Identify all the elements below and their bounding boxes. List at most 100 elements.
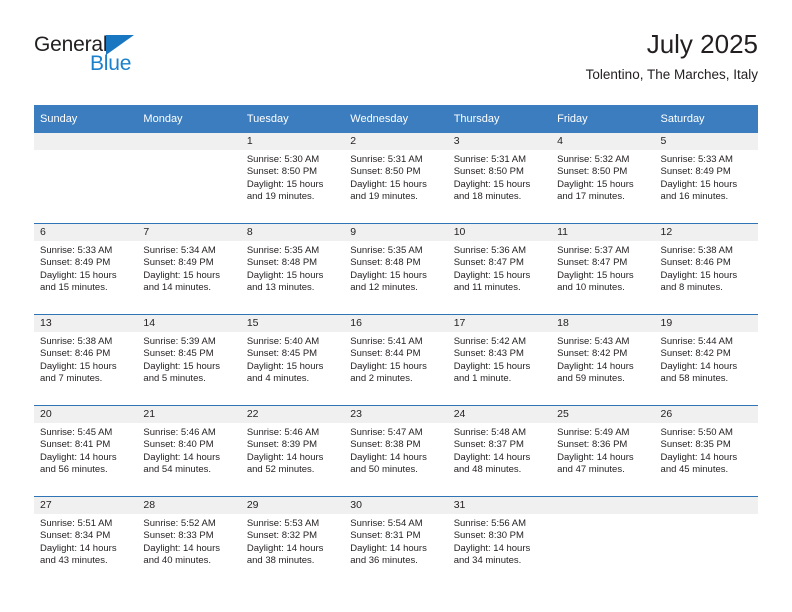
day-sunrise-text: Sunrise: 5:43 AM — [557, 336, 630, 347]
calendar-day-cell[interactable]: 20 Sunrise: 5:45 AM Sunset: 8:41 PM Dayligh… — [34, 405, 138, 497]
day-details — [34, 150, 137, 154]
day-details: Sunrise: 5:44 AM Sunset: 8:42 PM Daylight:… — [655, 332, 758, 386]
calendar-day-cell[interactable]: 7 Sunrise: 5:34 AM Sunset: 8:49 PM Daylight… — [137, 223, 241, 315]
calendar-day-cell[interactable]: 21 Sunrise: 5:46 AM Sunset: 8:40 PM Dayligh… — [137, 405, 241, 497]
calendar-day-cell-empty — [654, 496, 758, 587]
calendar-header-row: Sunday Monday Tuesday Wednesday Thursday… — [34, 105, 758, 133]
day-cell-inner: 23 Sunrise: 5:47 AM Sunset: 8:38 PM Dayligh… — [344, 406, 448, 496]
day-cell-inner: 26 Sunrise: 5:50 AM Sunset: 8:35 PM Dayligh… — [654, 406, 758, 496]
day-number: 28 — [137, 497, 241, 514]
calendar-day-cell[interactable]: 4 Sunrise: 5:32 AM Sunset: 8:50 PM Daylight… — [551, 133, 655, 224]
day-cell-inner: 12 Sunrise: 5:38 AM Sunset: 8:46 PM Dayligh… — [654, 224, 758, 314]
day-daylight-line1-text: Daylight: 15 hours — [246, 178, 324, 190]
calendar-day-cell[interactable]: 12 Sunrise: 5:38 AM Sunset: 8:46 PM Dayligh… — [654, 223, 758, 315]
day-sunrise-text: Sunrise: 5:35 AM — [350, 245, 423, 256]
weekday-header-tuesday: Tuesday — [240, 105, 345, 133]
day-cell-inner — [551, 497, 655, 587]
day-daylight-line2-text: and 19 minutes. — [350, 191, 418, 203]
calendar-day-cell[interactable]: 22 Sunrise: 5:46 AM Sunset: 8:39 PM Dayligh… — [240, 405, 345, 497]
calendar-day-cell[interactable]: 5 Sunrise: 5:33 AM Sunset: 8:49 PM Daylight… — [654, 133, 758, 224]
day-daylight-line1-text: Daylight: 15 hours — [246, 269, 324, 281]
day-details: Sunrise: 5:35 AM Sunset: 8:48 PM Daylight:… — [344, 241, 447, 295]
day-cell-inner: 31 Sunrise: 5:56 AM Sunset: 8:30 PM Dayligh… — [447, 497, 552, 587]
day-details: Sunrise: 5:41 AM Sunset: 8:44 PM Daylight:… — [344, 332, 447, 386]
day-sunset-text: Sunset: 8:48 PM — [246, 257, 318, 269]
logo-triangle-icon — [106, 35, 135, 55]
day-number: 19 — [654, 315, 758, 332]
weekday-header-friday: Friday — [551, 105, 655, 133]
day-sunrise-text: Sunrise: 5:39 AM — [143, 336, 216, 347]
day-details: Sunrise: 5:50 AM Sunset: 8:35 PM Daylight:… — [655, 423, 758, 477]
day-cell-inner: 22 Sunrise: 5:46 AM Sunset: 8:39 PM Dayligh… — [240, 406, 345, 496]
day-details — [137, 150, 240, 154]
calendar-day-cell[interactable]: 19 Sunrise: 5:44 AM Sunset: 8:42 PM Dayligh… — [654, 314, 758, 406]
day-details: Sunrise: 5:33 AM Sunset: 8:49 PM Daylight:… — [34, 241, 137, 295]
day-number — [137, 133, 241, 150]
day-details: Sunrise: 5:31 AM Sunset: 8:50 PM Daylight:… — [448, 150, 551, 204]
day-number: 20 — [34, 406, 138, 423]
day-number: 6 — [34, 224, 138, 241]
calendar-day-cell[interactable]: 24 Sunrise: 5:48 AM Sunset: 8:37 PM Dayligh… — [447, 405, 552, 497]
calendar-day-cell-empty — [551, 496, 655, 587]
day-sunrise-text: Sunrise: 5:46 AM — [246, 427, 320, 438]
calendar-day-cell[interactable]: 18 Sunrise: 5:43 AM Sunset: 8:42 PM Dayligh… — [551, 314, 655, 406]
calendar-day-cell[interactable]: 14 Sunrise: 5:39 AM Sunset: 8:45 PM Dayligh… — [137, 314, 241, 406]
calendar-day-cell[interactable]: 8 Sunrise: 5:35 AM Sunset: 8:48 PM Daylight… — [240, 223, 345, 315]
day-number — [34, 133, 138, 150]
day-details: Sunrise: 5:46 AM Sunset: 8:40 PM Daylight:… — [137, 423, 240, 477]
day-sunset-text: Sunset: 8:49 PM — [143, 257, 214, 269]
weekday-header-thursday: Thursday — [447, 105, 552, 133]
day-sunrise-text: Sunrise: 5:56 AM — [453, 518, 527, 529]
calendar-day-cell[interactable]: 16 Sunrise: 5:41 AM Sunset: 8:44 PM Dayligh… — [344, 314, 448, 406]
calendar-day-cell[interactable]: 6 Sunrise: 5:33 AM Sunset: 8:49 PM Daylight… — [34, 223, 138, 315]
day-daylight-line1-text: Daylight: 14 hours — [40, 542, 117, 554]
day-daylight-line1-text: Daylight: 15 hours — [557, 269, 634, 281]
calendar-day-cell[interactable]: 10 Sunrise: 5:36 AM Sunset: 8:47 PM Dayligh… — [447, 223, 552, 315]
day-details: Sunrise: 5:45 AM Sunset: 8:41 PM Daylight:… — [34, 423, 137, 477]
day-sunrise-text: Sunrise: 5:54 AM — [350, 518, 423, 529]
day-details — [551, 514, 654, 518]
calendar-day-cell[interactable]: 29 Sunrise: 5:53 AM Sunset: 8:32 PM Dayligh… — [240, 496, 345, 587]
calendar-week-row: 27 Sunrise: 5:51 AM Sunset: 8:34 PM Dayligh… — [34, 496, 758, 587]
calendar-day-cell[interactable]: 27 Sunrise: 5:51 AM Sunset: 8:34 PM Dayligh… — [34, 496, 138, 587]
day-number: 1 — [240, 133, 345, 150]
day-daylight-line2-text: and 2 minutes. — [350, 373, 413, 385]
day-daylight-line2-text: and 11 minutes. — [453, 282, 521, 294]
calendar-day-cell[interactable]: 17 Sunrise: 5:42 AM Sunset: 8:43 PM Dayligh… — [447, 314, 552, 406]
calendar-day-cell[interactable]: 13 Sunrise: 5:38 AM Sunset: 8:46 PM Dayligh… — [34, 314, 138, 406]
day-sunset-text: Sunset: 8:45 PM — [246, 348, 318, 360]
calendar-table: Sunday Monday Tuesday Wednesday Thursday… — [34, 105, 758, 587]
day-sunset-text: Sunset: 8:47 PM — [453, 257, 524, 269]
calendar-day-cell[interactable]: 28 Sunrise: 5:52 AM Sunset: 8:33 PM Dayligh… — [137, 496, 241, 587]
calendar-day-cell[interactable]: 9 Sunrise: 5:35 AM Sunset: 8:48 PM Daylight… — [344, 223, 448, 315]
calendar-day-cell[interactable]: 26 Sunrise: 5:50 AM Sunset: 8:35 PM Dayligh… — [654, 405, 758, 497]
calendar-day-cell[interactable]: 2 Sunrise: 5:31 AM Sunset: 8:50 PM Daylight… — [344, 133, 448, 224]
day-details: Sunrise: 5:48 AM Sunset: 8:37 PM Daylight:… — [448, 423, 551, 477]
day-sunset-text: Sunset: 8:49 PM — [660, 166, 731, 178]
weekday-header-monday: Monday — [137, 105, 241, 133]
day-cell-inner: 29 Sunrise: 5:53 AM Sunset: 8:32 PM Dayligh… — [240, 497, 345, 587]
calendar-day-cell[interactable]: 30 Sunrise: 5:54 AM Sunset: 8:31 PM Dayligh… — [344, 496, 448, 587]
day-cell-inner: 3 Sunrise: 5:31 AM Sunset: 8:50 PM Daylight… — [447, 133, 552, 223]
calendar-day-cell[interactable]: 15 Sunrise: 5:40 AM Sunset: 8:45 PM Dayligh… — [240, 314, 345, 406]
day-number: 14 — [137, 315, 241, 332]
calendar-day-cell[interactable]: 25 Sunrise: 5:49 AM Sunset: 8:36 PM Dayligh… — [551, 405, 655, 497]
calendar-day-cell[interactable]: 11 Sunrise: 5:37 AM Sunset: 8:47 PM Dayligh… — [551, 223, 655, 315]
day-daylight-line2-text: and 48 minutes. — [453, 464, 522, 476]
day-daylight-line1-text: Daylight: 15 hours — [246, 360, 324, 372]
calendar-week-row: 6 Sunrise: 5:33 AM Sunset: 8:49 PM Daylight… — [34, 223, 758, 315]
day-details: Sunrise: 5:49 AM Sunset: 8:36 PM Daylight:… — [551, 423, 654, 477]
day-daylight-line1-text: Daylight: 15 hours — [660, 269, 738, 281]
day-cell-inner: 8 Sunrise: 5:35 AM Sunset: 8:48 PM Daylight… — [240, 224, 345, 314]
day-details: Sunrise: 5:31 AM Sunset: 8:50 PM Daylight:… — [344, 150, 447, 204]
day-cell-inner: 18 Sunrise: 5:43 AM Sunset: 8:42 PM Dayligh… — [551, 315, 655, 405]
day-number: 21 — [137, 406, 241, 423]
calendar-day-cell[interactable]: 3 Sunrise: 5:31 AM Sunset: 8:50 PM Daylight… — [447, 133, 552, 224]
calendar-day-cell[interactable]: 1 Sunrise: 5:30 AM Sunset: 8:50 PM Daylight… — [240, 133, 345, 224]
day-daylight-line1-text: Daylight: 14 hours — [557, 360, 634, 372]
day-number: 11 — [551, 224, 655, 241]
day-details: Sunrise: 5:52 AM Sunset: 8:33 PM Daylight:… — [137, 514, 240, 568]
calendar-day-cell[interactable]: 31 Sunrise: 5:56 AM Sunset: 8:30 PM Dayligh… — [447, 496, 552, 587]
day-number: 27 — [34, 497, 138, 514]
calendar-day-cell[interactable]: 23 Sunrise: 5:47 AM Sunset: 8:38 PM Dayligh… — [344, 405, 448, 497]
